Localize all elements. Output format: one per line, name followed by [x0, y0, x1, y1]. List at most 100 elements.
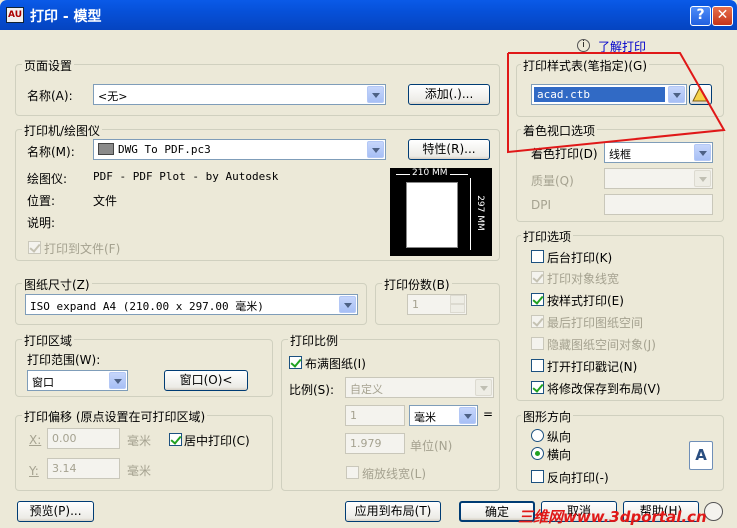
plot-range-select[interactable]: 窗口: [27, 370, 128, 391]
plot-scale-title: 打印比例: [288, 332, 341, 349]
chevron-down-icon[interactable]: [367, 141, 384, 158]
fit-to-paper-label: 布满图纸(I): [305, 357, 366, 371]
close-button[interactable]: ✕: [712, 6, 733, 26]
offset-x-unit: 毫米: [127, 434, 152, 448]
plot-option-checkbox[interactable]: [531, 381, 544, 394]
copies-value: 1: [412, 298, 419, 311]
offset-x-label: X:: [29, 433, 42, 447]
height-dimension-line: [470, 178, 471, 250]
printer-title: 打印机/绘图仪: [22, 122, 103, 139]
plot-option-label: 打印对象线宽: [547, 272, 620, 286]
apply-to-layout-button[interactable]: 应用到布局(T): [345, 501, 441, 522]
plot-range-label: 打印范围(W):: [27, 353, 101, 367]
printer-name-select[interactable]: DWG To PDF.pc3: [93, 139, 386, 160]
scale-value1: 1: [350, 409, 357, 422]
plot-option-checkbox[interactable]: [531, 293, 544, 306]
plot-option-label: 将修改保存到布局(V): [547, 382, 661, 396]
center-plot-checkbox[interactable]: [169, 433, 182, 446]
quality-label: 质量(Q): [531, 174, 574, 188]
offset-y-input[interactable]: 3.14: [47, 458, 120, 479]
location-label: 位置:: [27, 194, 56, 208]
shaded-viewport-title: 着色视口选项: [521, 122, 598, 139]
scale-select[interactable]: 自定义: [345, 377, 494, 398]
plot-option-label: 最后打印图纸空间: [547, 316, 644, 330]
chevron-down-icon[interactable]: [475, 379, 492, 396]
spin-down-icon[interactable]: [450, 304, 465, 313]
edit-style-icon: [692, 85, 709, 102]
dpi-label: DPI: [531, 198, 552, 212]
plot-option-checkbox[interactable]: [531, 271, 544, 284]
plot-style-value: acad.ctb: [534, 87, 665, 102]
orientation-title: 图形方向: [521, 408, 574, 425]
chevron-down-icon[interactable]: [339, 296, 356, 313]
paper-height-label: 297 MM: [474, 193, 485, 233]
printer-name-value: DWG To PDF.pc3: [118, 143, 211, 156]
page-setup-name-select[interactable]: <无>: [93, 84, 386, 105]
help-title-button[interactable]: ?: [690, 6, 711, 26]
plot-option-checkbox[interactable]: [531, 315, 544, 328]
plot-range-value: 窗口: [32, 376, 54, 389]
paper-size-title: 图纸尺寸(Z): [22, 276, 92, 293]
offset-x-value: 0.00: [52, 432, 77, 445]
chevron-down-icon[interactable]: [694, 170, 711, 187]
edit-plot-style-button[interactable]: [689, 84, 712, 105]
window-select-button[interactable]: 窗口(O)<: [164, 370, 248, 391]
print-to-file-label: 打印到文件(F): [44, 242, 121, 256]
equals-sign: =: [483, 407, 494, 421]
fit-to-paper-checkbox[interactable]: [289, 356, 302, 369]
print-to-file-checkbox[interactable]: [28, 241, 41, 254]
shade-plot-value: 线框: [609, 148, 631, 161]
offset-x-input[interactable]: 0.00: [47, 428, 120, 449]
scale-value1-input[interactable]: 1: [345, 405, 405, 426]
shade-plot-select[interactable]: 线框: [604, 142, 713, 163]
plot-option-checkbox[interactable]: [531, 359, 544, 372]
paper-size-select[interactable]: ISO expand A4 (210.00 x 297.00 毫米): [25, 294, 358, 315]
portrait-radio[interactable]: [531, 429, 544, 442]
copies-title: 打印份数(B): [382, 276, 452, 293]
paper-sheet: [406, 182, 458, 248]
chevron-down-icon[interactable]: [668, 86, 685, 103]
plot-style-table-title: 打印样式表(笔指定)(G): [521, 57, 650, 74]
page-setup-title: 页面设置: [22, 57, 75, 74]
expand-options-icon[interactable]: [704, 502, 723, 521]
plot-offset-group: [15, 415, 273, 491]
offset-y-label: Y:: [29, 464, 39, 478]
offset-y-unit: 毫米: [127, 464, 152, 478]
orientation-preview-icon: A: [689, 441, 713, 470]
copies-spinner[interactable]: 1: [407, 294, 467, 315]
learn-plot-link[interactable]: 了解打印: [598, 38, 646, 55]
add-page-setup-button[interactable]: 添加(.)...: [408, 84, 490, 105]
landscape-radio[interactable]: [531, 447, 544, 460]
plot-style-select[interactable]: acad.ctb: [531, 84, 687, 105]
unit-value: 毫米: [414, 411, 436, 424]
preview-button[interactable]: 预览(P)...: [17, 501, 94, 522]
spin-up-icon[interactable]: [450, 295, 465, 304]
portrait-label: 纵向: [547, 430, 572, 444]
scale-value2: 1.979: [350, 437, 382, 450]
scale-lineweights-checkbox[interactable]: [346, 466, 359, 479]
chevron-down-icon[interactable]: [459, 407, 476, 424]
chevron-down-icon[interactable]: [694, 144, 711, 161]
window-title: 打印 - 模型: [30, 9, 102, 25]
page-setup-name-label: 名称(A):: [27, 89, 73, 103]
plot-option-checkbox[interactable]: [531, 250, 544, 263]
plot-option-label: 后台打印(K): [547, 251, 613, 265]
printer-properties-button[interactable]: 特性(R)...: [408, 139, 490, 160]
quality-select[interactable]: [604, 168, 713, 189]
printer-icon: [98, 143, 114, 155]
info-icon: i: [577, 39, 590, 52]
paper-preview: 210 MM 297 MM: [390, 168, 492, 256]
plot-offset-title: 打印偏移 (原点设置在可打印区域): [22, 408, 208, 425]
unit-select[interactable]: 毫米: [409, 405, 478, 426]
watermark-text: 三维网www.3dportal.cn: [518, 508, 707, 526]
dpi-input[interactable]: [604, 194, 713, 215]
chevron-down-icon[interactable]: [109, 372, 126, 389]
page-setup-name-value: <无>: [98, 90, 128, 103]
plot-option-checkbox[interactable]: [531, 337, 544, 350]
reverse-plot-checkbox[interactable]: [531, 470, 544, 483]
reverse-plot-label: 反向打印(-): [547, 471, 609, 485]
plot-area-title: 打印区域: [22, 332, 75, 349]
chevron-down-icon[interactable]: [367, 86, 384, 103]
plot-option-label: 按样式打印(E): [547, 294, 624, 308]
scale-value2-input[interactable]: 1.979: [345, 433, 405, 454]
